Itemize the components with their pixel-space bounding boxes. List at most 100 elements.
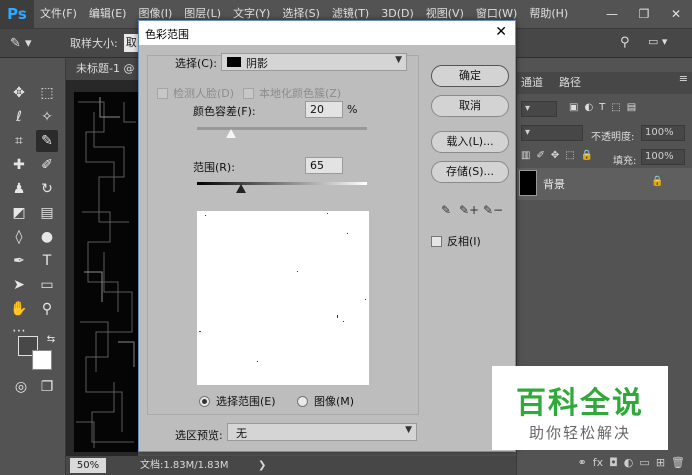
menu-help[interactable]: 帮助(H): [523, 0, 574, 28]
fuzziness-unit: %: [347, 103, 358, 116]
search-icon[interactable]: ⚲: [620, 35, 630, 50]
selection-preview-value: 无: [236, 427, 247, 440]
close-icon[interactable]: ✕: [495, 24, 507, 40]
marquee-tool-icon[interactable]: ⬚: [36, 82, 58, 104]
gradient-tool-icon[interactable]: ▤: [36, 202, 58, 224]
invert-label: 反相(I): [447, 235, 481, 248]
screen-mode-icon[interactable]: ❐: [36, 376, 58, 398]
link-layers-icon[interactable]: ⚭: [577, 456, 586, 469]
detect-faces-checkbox[interactable]: 检测人脸(D): [157, 85, 234, 101]
localized-clusters-checkbox[interactable]: 本地化颜色簇(Z): [243, 85, 341, 101]
healing-brush-tool-icon[interactable]: ✚: [8, 154, 30, 176]
fuzziness-slider-thumb[interactable]: [226, 129, 236, 138]
restore-button[interactable]: ❐: [628, 0, 660, 28]
eyedropper-tool-icon[interactable]: ✎: [36, 130, 58, 152]
select-label: 选择(C):: [175, 57, 217, 70]
chevron-down-icon: ▼: [405, 425, 412, 435]
radio-image[interactable]: 图像(M): [297, 393, 354, 409]
status-bar: 50% 文档:1.83M/1.83M ❯: [66, 456, 516, 475]
blur-tool-icon[interactable]: ◊: [8, 226, 30, 248]
layer-filter-select[interactable]: ▾: [521, 101, 557, 117]
eraser-tool-icon[interactable]: ◩: [8, 202, 30, 224]
opacity-row: ▾ 不透明度: 100%: [517, 122, 692, 146]
document-canvas[interactable]: [74, 92, 138, 452]
range-slider-track[interactable]: [197, 182, 367, 185]
range-label: 范围(R):: [193, 161, 235, 174]
adjustment-layer-icon[interactable]: ◐: [624, 456, 634, 469]
new-layer-icon[interactable]: ⊞: [656, 456, 665, 469]
type-tool-icon[interactable]: T: [36, 250, 58, 272]
menu-edit[interactable]: 编辑(E): [83, 0, 133, 28]
new-group-icon[interactable]: ▭: [639, 456, 649, 469]
lasso-tool-icon[interactable]: ℓ: [8, 106, 30, 128]
fuzziness-field[interactable]: 20: [305, 101, 343, 118]
select-dropdown[interactable]: 阴影 ▼: [221, 53, 407, 71]
magic-wand-tool-icon[interactable]: ✧: [36, 106, 58, 128]
tab-paths[interactable]: 路径: [559, 72, 581, 94]
invert-checkbox[interactable]: 反相(I): [431, 233, 481, 249]
quick-mask-icon[interactable]: ◎: [10, 376, 32, 398]
dodge-tool-icon[interactable]: ●: [36, 226, 58, 248]
selection-preview-dropdown[interactable]: 无 ▼: [227, 423, 417, 441]
radio-selection[interactable]: 选择范围(E): [199, 393, 276, 409]
eyedropper-tool-icon[interactable]: ✎ ▾: [10, 32, 50, 54]
eyedropper-icon[interactable]: ✎: [437, 201, 455, 219]
save-button[interactable]: 存储(S)...: [431, 161, 509, 183]
localized-clusters-label: 本地化颜色簇(Z): [259, 87, 342, 100]
fill-row: ▥✐✥⬚🔒 填充: 100%: [517, 146, 692, 170]
tab-channels[interactable]: 通道: [521, 72, 543, 94]
layer-style-icon[interactable]: fx: [593, 456, 603, 469]
eyedropper-plus-icon[interactable]: ✎+: [459, 201, 479, 219]
minimize-button[interactable]: —: [596, 0, 628, 28]
zoom-level-field[interactable]: 50%: [70, 458, 106, 473]
detect-faces-box[interactable]: [157, 87, 168, 99]
crop-tool-icon[interactable]: ⌗: [8, 130, 30, 152]
panel-tabs: 通道 路径: [517, 72, 692, 94]
fuzziness-slider-track[interactable]: [197, 127, 367, 130]
close-app-button[interactable]: ✕: [660, 0, 692, 28]
radio-selection-button[interactable]: [199, 395, 210, 407]
delete-layer-icon[interactable]: 🗑: [671, 456, 685, 469]
range-field[interactable]: 65: [305, 157, 343, 174]
dialog-titlebar: 色彩范围 ✕: [139, 21, 515, 45]
rectangle-tool-icon[interactable]: ▭: [36, 274, 58, 296]
eyedropper-minus-icon[interactable]: ✎−: [483, 201, 503, 219]
blend-mode-select[interactable]: ▾: [521, 125, 583, 141]
load-button[interactable]: 载入(L)...: [431, 131, 509, 153]
range-slider-thumb[interactable]: [236, 184, 247, 193]
add-mask-icon[interactable]: ◘: [609, 456, 618, 469]
cancel-button[interactable]: 取消: [431, 95, 509, 117]
ok-button[interactable]: 确定: [431, 65, 509, 87]
background-color-swatch[interactable]: [32, 350, 52, 370]
fill-field[interactable]: 100%: [641, 149, 685, 165]
swap-colors-icon[interactable]: ⇆: [40, 328, 62, 350]
zoom-tool-icon[interactable]: ⚲: [36, 298, 58, 320]
move-tool-icon[interactable]: ✥: [8, 82, 30, 104]
watermark-subtitle: 助你轻松解决: [528, 424, 631, 442]
brush-tool-icon[interactable]: ✐: [36, 154, 58, 176]
document-size-info: 文档:1.83M/1.83M: [140, 460, 229, 471]
opacity-label: 不透明度:: [591, 132, 635, 143]
history-brush-tool-icon[interactable]: ↻: [36, 178, 58, 200]
canvas-pattern: [76, 97, 136, 448]
document-tab[interactable]: 未标题-1 @: [66, 58, 138, 80]
radio-image-button[interactable]: [297, 395, 308, 407]
watermark-title: 百科全说: [516, 386, 644, 421]
invert-box[interactable]: [431, 235, 442, 247]
hand-tool-icon[interactable]: ✋: [8, 298, 30, 320]
layer-row-background[interactable]: 背景 🔒: [517, 168, 692, 200]
chevron-down-icon: ▼: [395, 55, 402, 65]
workspace-switcher-icon[interactable]: ▭ ▾: [648, 35, 688, 53]
path-selection-tool-icon[interactable]: ➤: [8, 274, 30, 296]
lock-icons[interactable]: ▥✐✥⬚🔒: [521, 150, 599, 161]
localized-clusters-box[interactable]: [243, 87, 254, 99]
menu-file[interactable]: 文件(F): [34, 0, 83, 28]
fill-label: 填充:: [613, 156, 637, 167]
opacity-field[interactable]: 100%: [641, 125, 685, 141]
radio-image-label: 图像(M): [314, 395, 355, 408]
layer-filter-icons[interactable]: ▣◐T⬚▤: [569, 102, 642, 113]
status-menu-arrow-icon[interactable]: ❯: [258, 458, 266, 473]
stamp-tool-icon[interactable]: ♟: [8, 178, 30, 200]
pen-tool-icon[interactable]: ✒: [8, 250, 30, 272]
panel-menu-icon[interactable]: ≡: [679, 72, 688, 85]
